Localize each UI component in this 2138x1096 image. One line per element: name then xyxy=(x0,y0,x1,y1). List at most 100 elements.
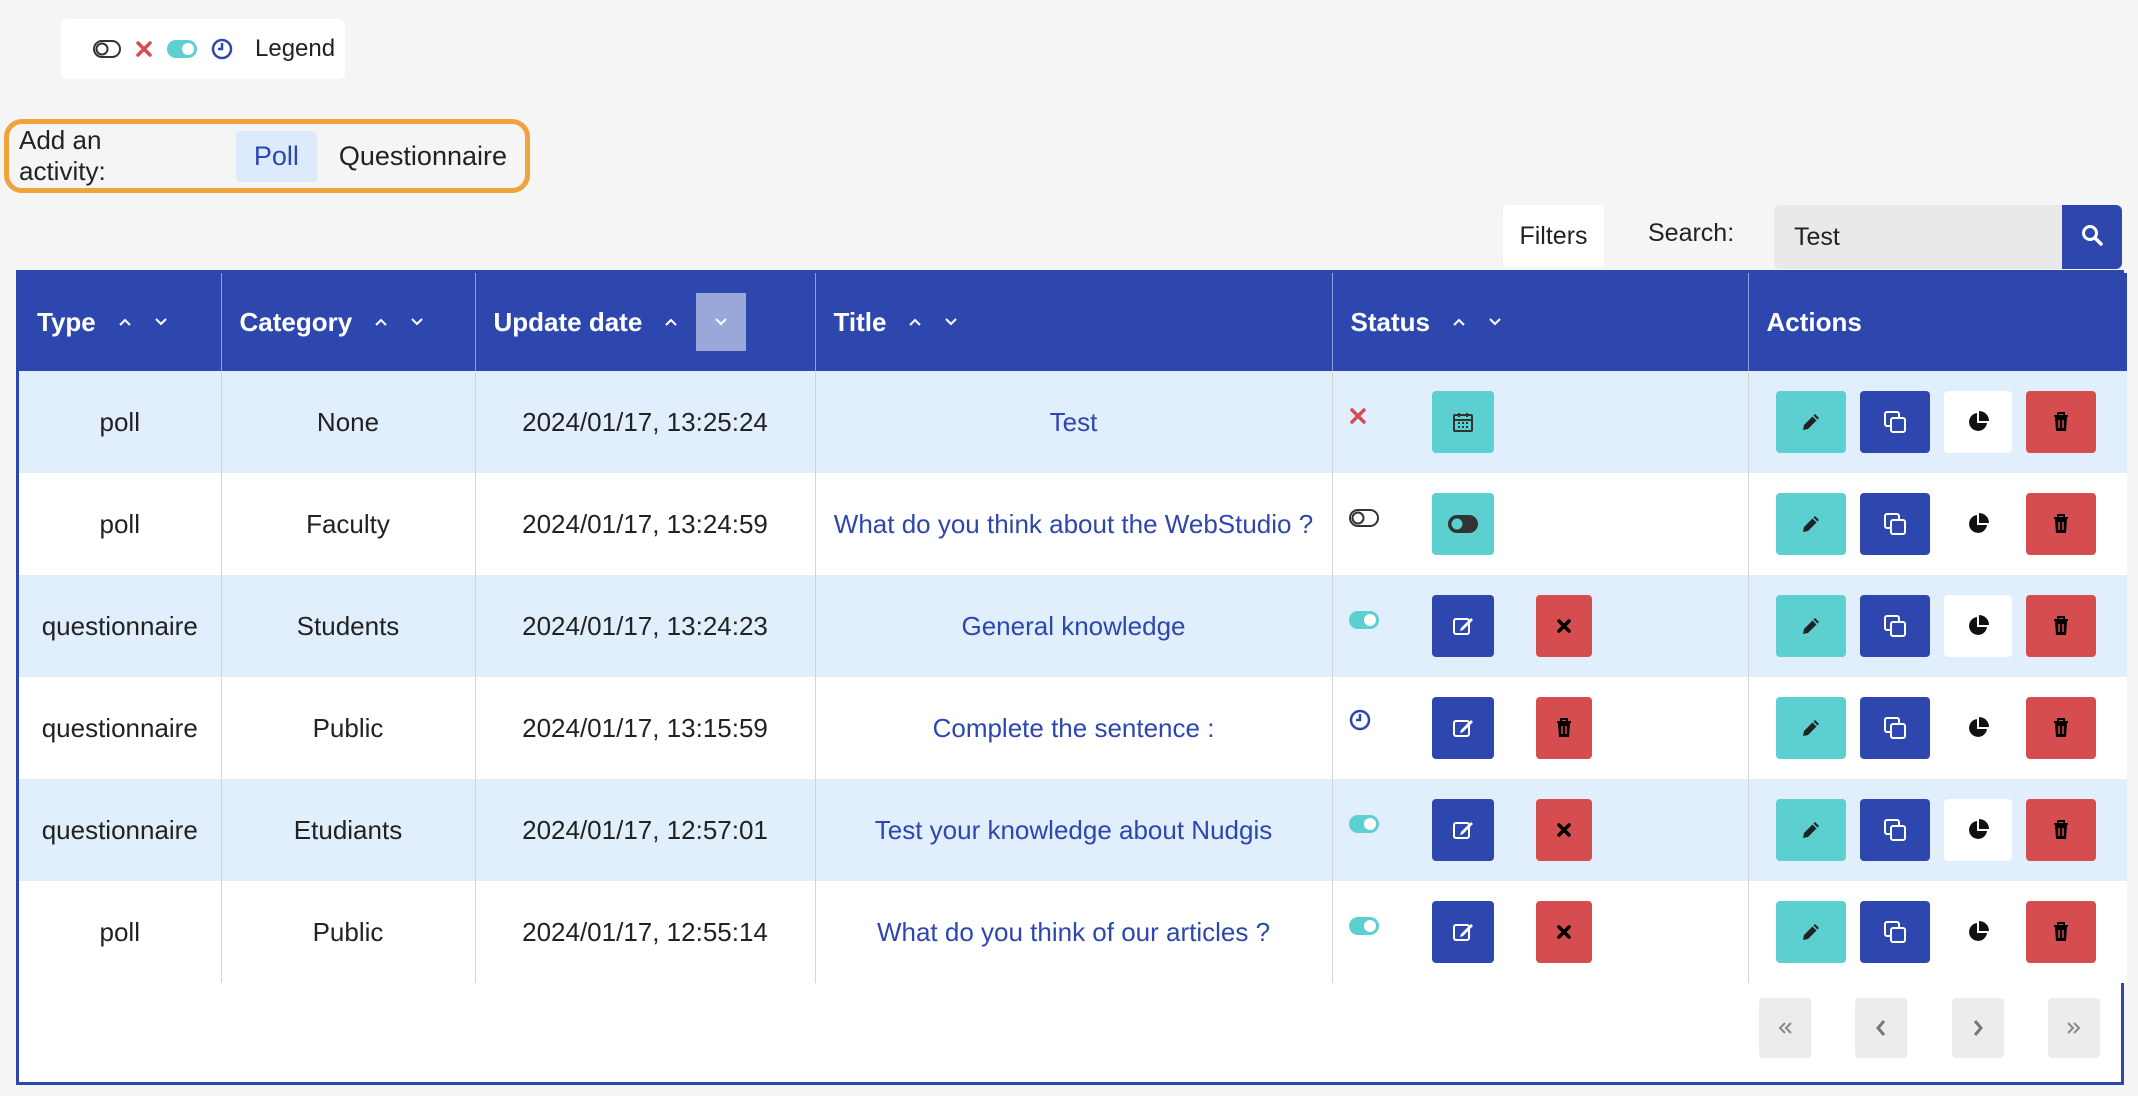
edit-button[interactable] xyxy=(1775,391,1846,453)
header-label: Type xyxy=(37,306,96,337)
close-activity-button[interactable] xyxy=(1535,901,1592,963)
closed-status-icon xyxy=(1349,401,1367,432)
edit-button[interactable] xyxy=(1775,697,1846,759)
chevron-up-icon xyxy=(1453,318,1465,326)
cell-status xyxy=(1332,473,1749,575)
cell-type: poll xyxy=(19,371,222,473)
delete-button[interactable] xyxy=(2025,391,2096,453)
first-page-button[interactable] xyxy=(1759,998,1811,1058)
activity-title-link[interactable]: Test xyxy=(1050,407,1098,437)
edit-button[interactable] xyxy=(1775,595,1846,657)
table-row: poll Faculty 2024/01/17, 13:24:59 What d… xyxy=(19,473,2127,575)
legend-label[interactable]: Legend xyxy=(255,35,335,63)
table-row: poll Public 2024/01/17, 12:55:14 What do… xyxy=(19,881,2127,983)
sort-desc-button[interactable] xyxy=(934,293,968,351)
search-icon xyxy=(2080,223,2104,252)
delete-button[interactable] xyxy=(2025,697,2096,759)
cell-actions xyxy=(1748,575,2127,677)
cell-update-date: 2024/01/17, 13:24:59 xyxy=(475,473,816,575)
header-type: Type xyxy=(19,273,222,371)
edit-schedule-button[interactable] xyxy=(1431,799,1494,861)
pagination xyxy=(19,998,2121,1078)
delete-button[interactable] xyxy=(2025,901,2096,963)
sort-asc-button[interactable] xyxy=(654,293,688,351)
trash-icon xyxy=(2053,922,2068,941)
sort-desc-button-active[interactable] xyxy=(696,293,747,351)
edit-schedule-button[interactable] xyxy=(1431,595,1494,657)
chevron-right-icon xyxy=(1973,1020,1983,1036)
copy-icon xyxy=(1883,921,1906,943)
activity-title-link[interactable]: What do you think of our articles ? xyxy=(877,917,1270,947)
last-page-button[interactable] xyxy=(2048,998,2100,1058)
statistics-button[interactable] xyxy=(1943,391,2012,453)
schedule-button[interactable] xyxy=(1431,391,1494,453)
pencil-icon xyxy=(1802,822,1819,838)
edit-button[interactable] xyxy=(1775,493,1846,555)
close-activity-button[interactable] xyxy=(1535,595,1592,657)
edit-note-icon xyxy=(1452,618,1473,635)
sort-desc-button[interactable] xyxy=(400,293,434,351)
pie-chart-icon xyxy=(1968,615,1989,635)
cell-title: What do you think about the WebStudio ? xyxy=(815,473,1333,575)
delete-schedule-button[interactable] xyxy=(1535,697,1592,759)
statistics-button[interactable] xyxy=(1943,493,2012,555)
add-poll-button[interactable]: Poll xyxy=(235,130,317,182)
duplicate-button[interactable] xyxy=(1859,799,1930,861)
statistics-button[interactable] xyxy=(1943,901,2012,963)
close-activity-button[interactable] xyxy=(1535,799,1592,861)
activity-title-link[interactable]: Test your knowledge about Nudgis xyxy=(875,815,1272,845)
cell-update-date: 2024/01/17, 13:25:24 xyxy=(475,371,816,473)
sort-asc-button[interactable] xyxy=(364,293,398,351)
activity-title-link[interactable]: What do you think about the WebStudio ? xyxy=(834,509,1313,539)
search-input[interactable] xyxy=(1774,205,2062,269)
chevron-up-icon xyxy=(909,318,922,326)
statistics-button[interactable] xyxy=(1943,697,2012,759)
next-page-button[interactable] xyxy=(1952,998,2004,1058)
sort-asc-button[interactable] xyxy=(108,293,142,351)
filters-button[interactable]: Filters xyxy=(1503,205,1604,267)
header-status: Status xyxy=(1332,273,1749,371)
duplicate-button[interactable] xyxy=(1859,697,1930,759)
copy-icon xyxy=(1883,615,1906,637)
activity-title-link[interactable]: General knowledge xyxy=(961,611,1185,641)
cell-category: None xyxy=(221,371,476,473)
cell-title: Test your knowledge about Nudgis xyxy=(815,779,1333,881)
add-activity-label: Add an activity: xyxy=(19,125,106,186)
edit-schedule-button[interactable] xyxy=(1431,697,1494,759)
table-row: questionnaire Etudiants 2024/01/17, 12:5… xyxy=(19,779,2127,881)
statistics-button[interactable] xyxy=(1943,799,2012,861)
cell-type: questionnaire xyxy=(19,677,222,779)
close-icon xyxy=(135,40,153,58)
toggle-off-icon xyxy=(93,40,121,58)
statistics-button[interactable] xyxy=(1943,595,2012,657)
cell-update-date: 2024/01/17, 12:57:01 xyxy=(475,779,816,881)
duplicate-button[interactable] xyxy=(1859,391,1930,453)
edit-button[interactable] xyxy=(1775,901,1846,963)
edit-schedule-button[interactable] xyxy=(1431,901,1494,963)
duplicate-button[interactable] xyxy=(1859,595,1930,657)
add-questionnaire-button[interactable]: Questionnaire xyxy=(321,131,525,182)
cell-type: poll xyxy=(19,881,222,983)
activity-title-link[interactable]: Complete the sentence : xyxy=(933,713,1215,743)
edit-button[interactable] xyxy=(1775,799,1846,861)
search-button[interactable] xyxy=(2062,205,2122,269)
cell-update-date: 2024/01/17, 13:24:23 xyxy=(475,575,816,677)
prev-page-button[interactable] xyxy=(1855,998,1907,1058)
cell-title: What do you think of our articles ? xyxy=(815,881,1333,983)
sort-asc-button[interactable] xyxy=(1442,293,1476,351)
delete-button[interactable] xyxy=(2025,595,2096,657)
table-row: poll None 2024/01/17, 13:25:24 Test xyxy=(19,371,2127,473)
publish-toggle-button[interactable] xyxy=(1431,493,1494,555)
sort-desc-button[interactable] xyxy=(144,293,178,351)
sort-desc-button[interactable] xyxy=(1478,293,1512,351)
cell-actions xyxy=(1748,779,2127,881)
sort-asc-button[interactable] xyxy=(898,293,932,351)
pie-chart-icon xyxy=(1968,921,1989,941)
delete-button[interactable] xyxy=(2025,799,2096,861)
chevron-down-icon xyxy=(1489,318,1501,326)
delete-button[interactable] xyxy=(2025,493,2096,555)
copy-icon xyxy=(1883,513,1906,535)
duplicate-button[interactable] xyxy=(1859,901,1930,963)
copy-icon xyxy=(1883,411,1906,433)
duplicate-button[interactable] xyxy=(1859,493,1930,555)
